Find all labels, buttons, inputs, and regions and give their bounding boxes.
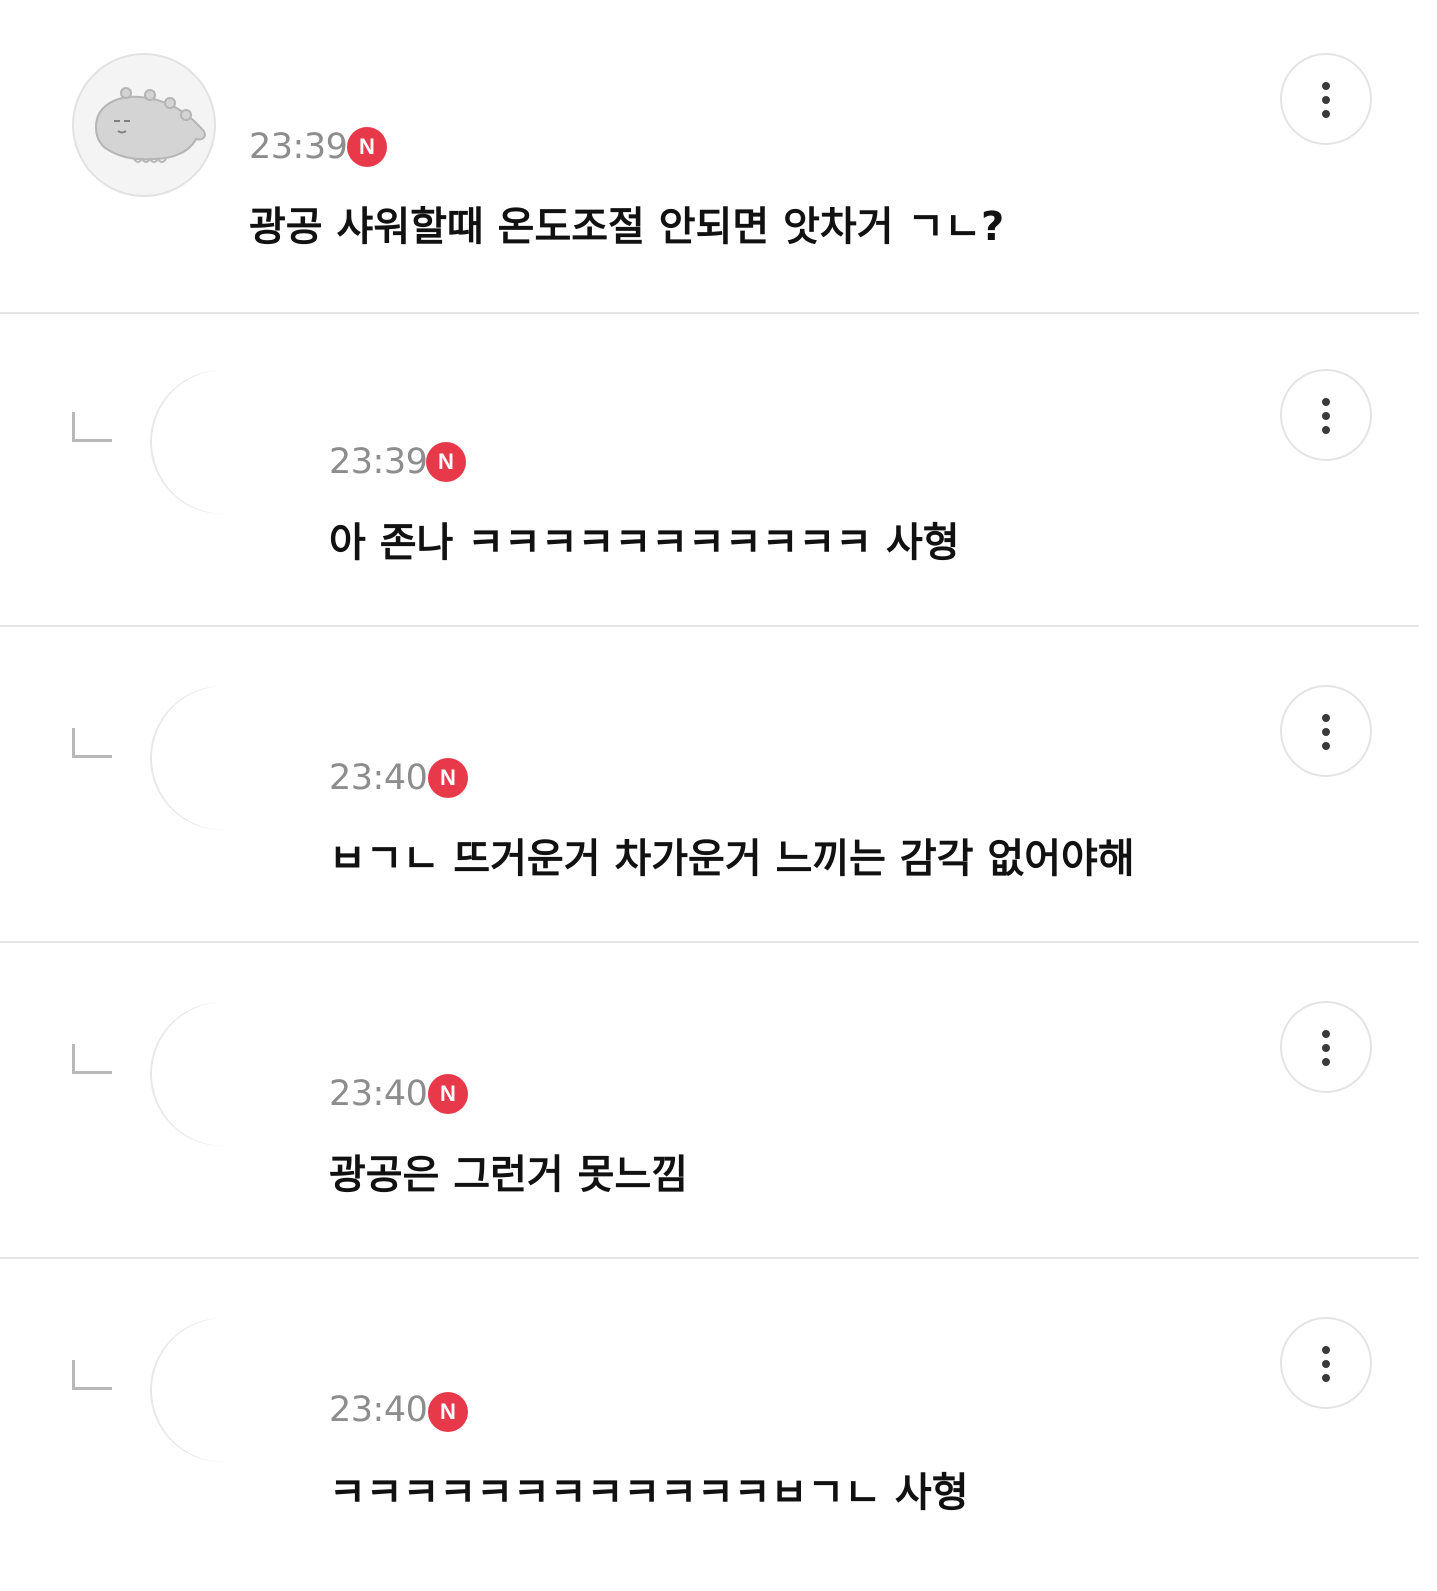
more-dot-icon	[1322, 110, 1330, 118]
avatar[interactable]	[150, 686, 294, 830]
timestamp: 23:39	[329, 442, 428, 482]
comment-text: ㅂㄱㄴ 뜨거운거 차가운거 느끼는 감각 없어야해	[329, 836, 1135, 882]
more-dot-icon	[1322, 1346, 1330, 1354]
more-dot-icon	[1322, 714, 1330, 722]
new-badge: N	[347, 127, 387, 167]
more-dot-icon	[1322, 1058, 1330, 1066]
more-options-button[interactable]	[1280, 369, 1372, 461]
more-dot-icon	[1322, 96, 1330, 104]
dinosaur-icon	[94, 87, 206, 163]
comment-text: 아 존나 ㅋㅋㅋㅋㅋㅋㅋㅋㅋㅋㅋ 사형	[329, 520, 960, 566]
more-dot-icon	[1322, 728, 1330, 736]
avatar[interactable]	[150, 1002, 294, 1146]
reply-item: 23:39 N 아 존나 ㅋㅋㅋㅋㅋㅋㅋㅋㅋㅋㅋ 사형	[0, 313, 1419, 627]
reply-arrow-icon	[72, 728, 112, 758]
more-dot-icon	[1322, 1030, 1330, 1038]
more-options-button[interactable]	[1280, 1317, 1372, 1409]
reply-item: 23:40 N ㅂㄱㄴ 뜨거운거 차가운거 느끼는 감각 없어야해	[0, 629, 1419, 943]
more-dot-icon	[1322, 412, 1330, 420]
new-badge: N	[428, 758, 468, 798]
avatar[interactable]	[72, 53, 216, 197]
comment-item: 23:39 N 광공 샤워할때 온도조절 안되면 앗차거 ㄱㄴ?	[0, 0, 1419, 314]
more-dot-icon	[1322, 82, 1330, 90]
timestamp: 23:40	[329, 1390, 428, 1430]
reply-arrow-icon	[72, 1360, 112, 1390]
more-options-button[interactable]	[1280, 53, 1372, 145]
more-options-button[interactable]	[1280, 1001, 1372, 1093]
comment-text: 광공은 그런거 못느낌	[329, 1152, 689, 1198]
reply-arrow-icon	[72, 412, 112, 442]
more-options-button[interactable]	[1280, 685, 1372, 777]
reply-arrow-icon	[72, 1044, 112, 1074]
timestamp: 23:40	[329, 758, 428, 798]
reply-item: 23:40 N ㅋㅋㅋㅋㅋㅋㅋㅋㅋㅋㅋㅋㅂㄱㄴ 사형	[0, 1261, 1419, 1591]
more-dot-icon	[1322, 398, 1330, 406]
more-dot-icon	[1322, 1360, 1330, 1368]
new-badge: N	[426, 442, 466, 482]
comment-text: ㅋㅋㅋㅋㅋㅋㅋㅋㅋㅋㅋㅋㅂㄱㄴ 사형	[329, 1470, 969, 1516]
more-dot-icon	[1322, 1374, 1330, 1382]
new-badge: N	[428, 1392, 468, 1432]
avatar[interactable]	[150, 370, 294, 514]
more-dot-icon	[1322, 742, 1330, 750]
new-badge: N	[428, 1074, 468, 1114]
reply-item: 23:40 N 광공은 그런거 못느낌	[0, 945, 1419, 1259]
timestamp: 23:39	[249, 127, 348, 167]
more-dot-icon	[1322, 426, 1330, 434]
avatar[interactable]	[150, 1318, 294, 1462]
more-dot-icon	[1322, 1044, 1330, 1052]
comment-text: 광공 샤워할때 온도조절 안되면 앗차거 ㄱㄴ?	[249, 204, 1005, 250]
timestamp: 23:40	[329, 1074, 428, 1114]
